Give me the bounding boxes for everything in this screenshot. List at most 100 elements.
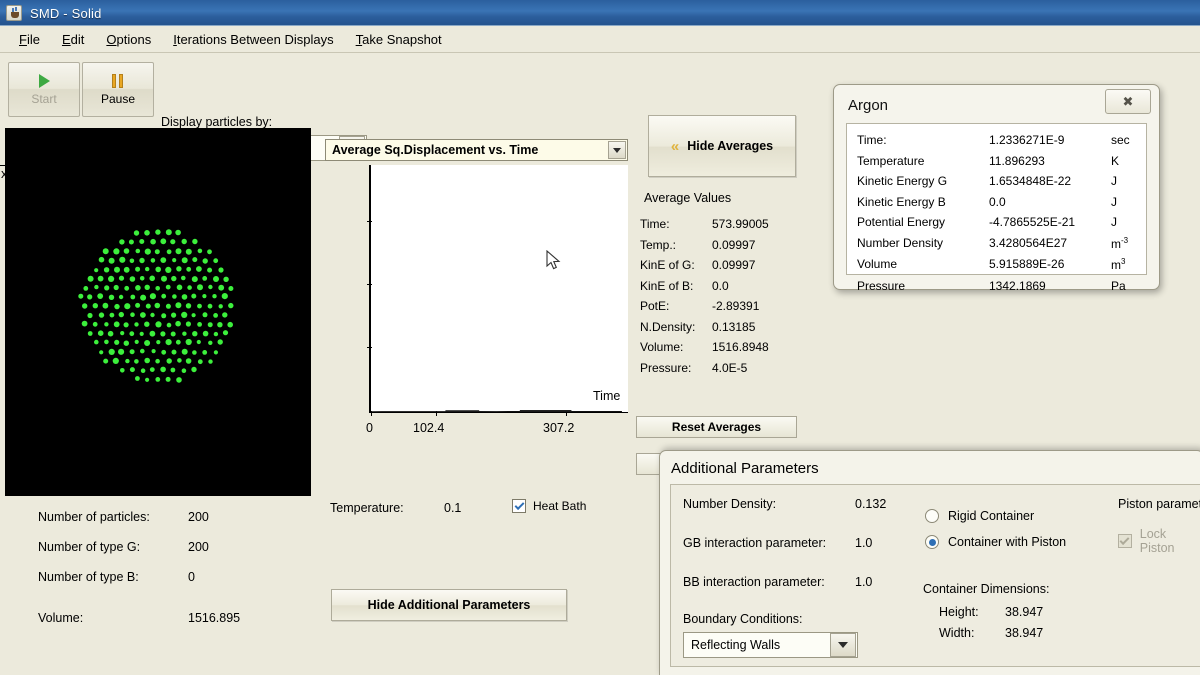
temperature-label: Temperature:: [330, 501, 404, 515]
statistics-panel: Number of particles: 200 Number of type G:…: [38, 510, 308, 641]
chevron-down-icon[interactable]: [830, 633, 856, 657]
argon-value-number: 1.6534848E-22: [989, 174, 1111, 188]
java-app-icon: [6, 5, 22, 21]
statistic-value: 1516.895: [188, 611, 240, 625]
average-value-key: Volume:: [640, 340, 712, 354]
argon-value-key: Volume: [857, 257, 989, 272]
statistic-label: Number of type G:: [38, 540, 188, 554]
hide-averages-button[interactable]: « Hide Averages: [648, 115, 796, 177]
argon-value-row: Pressure 1342.1869 Pa: [857, 279, 1136, 293]
chevron-double-left-icon: «: [671, 139, 679, 154]
radio-container-with-piston[interactable]: Container with Piston: [925, 535, 1066, 549]
argon-value-unit: Pa: [1111, 279, 1126, 293]
mouse-cursor: [546, 250, 562, 272]
average-value-row: KinE of G: 0.09997: [640, 258, 810, 272]
argon-value-number: 1342.1869: [989, 279, 1111, 293]
argon-value-row: Potential Energy -4.7865525E-21 J: [857, 215, 1136, 229]
statistic-row: Number of particles: 200: [38, 510, 308, 524]
container-dimensions-title: Container Dimensions:: [923, 582, 1049, 596]
reset-averages-button[interactable]: Reset Averages: [636, 416, 797, 438]
average-value-row: N.Density: 0.13185: [640, 320, 810, 334]
number-density-row: Number Density: 0.132: [683, 497, 886, 511]
argon-value-number: -4.7865525E-21: [989, 215, 1111, 229]
start-button[interactable]: Start: [8, 62, 80, 117]
average-value-number: 0.09997: [712, 258, 755, 272]
average-value-key: KinE of G:: [640, 258, 712, 272]
radio-rigid-container[interactable]: Rigid Container: [925, 509, 1034, 523]
average-value-key: PotE:: [640, 299, 712, 313]
average-value-number: -2.89391: [712, 299, 759, 313]
average-value-number: 0.0: [712, 279, 729, 293]
simulation-canvas[interactable]: [5, 128, 311, 496]
chevron-down-icon[interactable]: [608, 141, 626, 159]
argon-value-row: Temperature 11.896293 K: [857, 154, 1136, 168]
argon-value-number: 3.4280564E27: [989, 236, 1111, 251]
lock-piston-checkbox: Lock Piston: [1118, 527, 1200, 555]
menu-take-snapshot[interactable]: Take Snapshot: [345, 29, 453, 50]
number-density-value: 0.132: [855, 497, 886, 511]
average-value-row: Temp.: 0.09997: [640, 238, 810, 252]
argon-value-unit: J: [1111, 195, 1117, 209]
argon-value-key: Kinetic Energy G: [857, 174, 989, 188]
average-value-row: PotE: -2.89391: [640, 299, 810, 313]
additional-parameters-body: Number Density: 0.132 GB interaction par…: [670, 484, 1200, 667]
statistic-row: Number of type B: 0: [38, 570, 308, 584]
additional-parameters-panel: Additional Parameters Number Density: 0.…: [659, 450, 1200, 675]
piston-parameters-label: Piston parameters: [1118, 497, 1200, 511]
argon-value-number: 5.915889E-26: [989, 257, 1111, 272]
average-values-list: Time: 573.99005 Temp.: 0.09997 KinE of G: 0.0…: [640, 217, 810, 375]
argon-value-row: Time: 1.2336271E-9 sec: [857, 133, 1136, 147]
graph-type-select[interactable]: Average Sq.Displacement vs. Time: [325, 139, 628, 161]
checkbox-icon: [1118, 534, 1132, 548]
argon-value-unit: K: [1111, 154, 1119, 168]
statistic-label: Number of type B:: [38, 570, 188, 584]
argon-value-unit: J: [1111, 215, 1117, 229]
boundary-conditions-label: Boundary Conditions:: [683, 612, 803, 626]
argon-value-number: 1.2336271E-9: [989, 133, 1111, 147]
display-particles-by-label: Display particles by:: [161, 115, 272, 129]
heat-bath-checkbox[interactable]: Heat Bath: [512, 499, 586, 513]
pause-button[interactable]: Pause: [82, 62, 154, 117]
average-values-title: Average Values: [640, 191, 810, 205]
average-value-key: Temp.:: [640, 238, 712, 252]
number-density-label: Number Density:: [683, 497, 855, 511]
argon-value-key: Kinetic Energy B: [857, 195, 989, 209]
graph-type-value: Average Sq.Displacement vs. Time: [326, 143, 608, 157]
gb-interaction-label: GB interaction parameter:: [683, 536, 855, 550]
average-value-row: Time: 573.99005: [640, 217, 810, 231]
average-value-number: 0.09997: [712, 238, 755, 252]
hide-additional-parameters-button[interactable]: Hide Additional Parameters: [331, 589, 567, 621]
plot-area: [369, 165, 628, 413]
menu-file[interactable]: File: [8, 29, 51, 50]
x-axis-label: Time: [593, 389, 620, 403]
menu-iterations-between-displays[interactable]: Iterations Between Displays: [162, 29, 344, 50]
argon-value-row: Kinetic Energy B 0.0 J: [857, 195, 1136, 209]
close-icon[interactable]: ✖: [1105, 89, 1151, 114]
average-value-row: Pressure: 4.0E-5: [640, 361, 810, 375]
argon-values-list: Time: 1.2336271E-9 sec Temperature 11.896293…: [846, 123, 1147, 275]
average-value-number: 4.0E-5: [712, 361, 747, 375]
x-tick-label: 0: [366, 421, 373, 435]
average-value-key: N.Density:: [640, 320, 712, 334]
argon-value-key: Number Density: [857, 236, 989, 251]
statistic-value: 0: [188, 570, 195, 584]
boundary-conditions-value: Reflecting Walls: [684, 638, 830, 652]
radio-icon: [925, 509, 939, 523]
pause-button-label: Pause: [101, 92, 135, 106]
container-height-row: Height: 38.947: [939, 605, 1043, 619]
argon-value-unit: m3: [1111, 257, 1125, 272]
container-height-value: 38.947: [1005, 605, 1043, 619]
statistic-value: 200: [188, 510, 209, 524]
menubar: File Edit Options Iterations Between Dis…: [0, 26, 1200, 53]
boundary-conditions-select[interactable]: Reflecting Walls: [683, 632, 858, 658]
bb-interaction-label: BB interaction parameter:: [683, 575, 855, 589]
menu-edit[interactable]: Edit: [51, 29, 95, 50]
argon-value-key: Pressure: [857, 279, 989, 293]
statistic-value: 200: [188, 540, 209, 554]
window-title: SMD - Solid: [30, 6, 102, 21]
menu-options[interactable]: Options: [95, 29, 162, 50]
argon-value-key: Time:: [857, 133, 989, 147]
average-value-key: Pressure:: [640, 361, 712, 375]
average-value-row: Volume: 1516.8948: [640, 340, 810, 354]
average-value-number: 573.99005: [712, 217, 769, 231]
